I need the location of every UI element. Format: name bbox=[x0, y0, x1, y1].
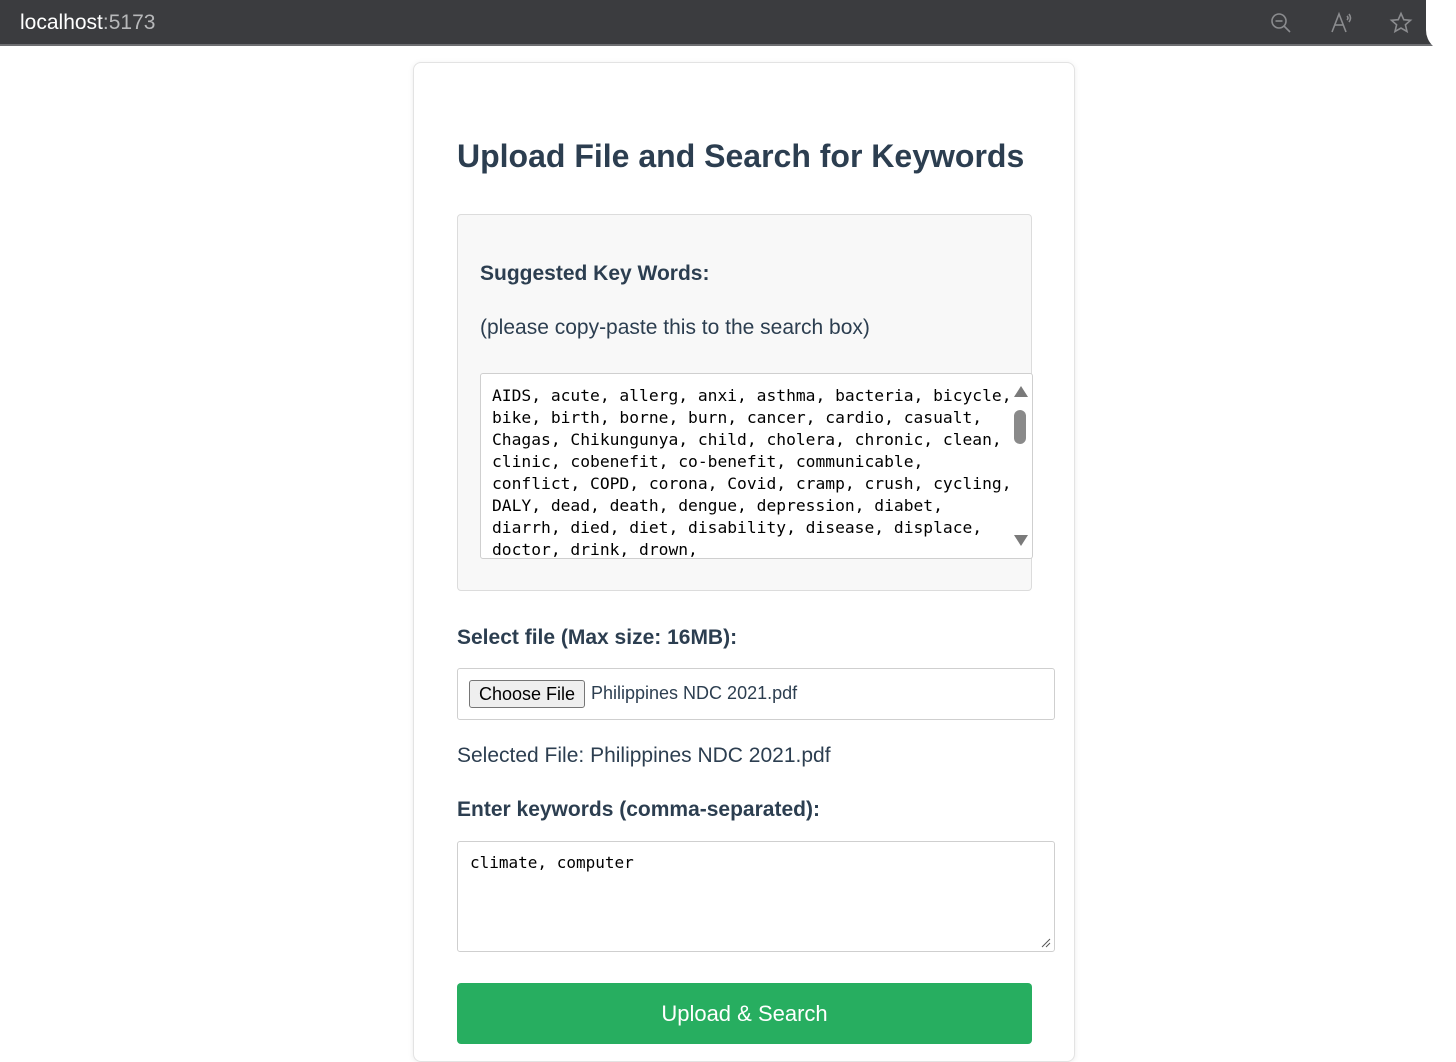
keywords-input-label: Enter keywords (comma-separated): bbox=[457, 798, 820, 821]
choose-file-button[interactable]: Choose File bbox=[469, 680, 585, 708]
chosen-file-name: Philippines NDC 2021.pdf bbox=[591, 683, 798, 703]
keywords-input[interactable]: climate, computer bbox=[457, 841, 1055, 952]
favorite-star-icon[interactable] bbox=[1388, 10, 1414, 36]
scroll-up-arrow-icon[interactable] bbox=[1014, 386, 1028, 397]
url-port: :5173 bbox=[102, 11, 156, 34]
upload-search-button[interactable]: Upload & Search bbox=[457, 983, 1032, 1044]
suggested-keywords-textarea[interactable]: AIDS, acute, allerg, anxi, asthma, bacte… bbox=[480, 373, 1033, 559]
zoom-out-icon[interactable] bbox=[1268, 10, 1294, 36]
suggested-keywords-text[interactable]: AIDS, acute, allerg, anxi, asthma, bacte… bbox=[492, 385, 1012, 558]
scroll-down-arrow-icon[interactable] bbox=[1014, 535, 1028, 546]
resize-handle-icon[interactable] bbox=[1039, 936, 1051, 948]
selected-file-text: Selected File: Philippines NDC 2021.pdf bbox=[457, 744, 831, 767]
suggested-keywords-heading: Suggested Key Words: bbox=[480, 262, 710, 285]
browser-toolbar: localhost:5173 bbox=[0, 0, 1456, 52]
read-aloud-icon[interactable] bbox=[1328, 10, 1354, 36]
url-host: localhost bbox=[20, 11, 103, 34]
page-title: Upload File and Search for Keywords bbox=[457, 138, 1025, 174]
address-bar[interactable]: localhost:5173 bbox=[20, 11, 155, 35]
suggested-keywords-note: (please copy-paste this to the search bo… bbox=[480, 316, 870, 339]
file-select-label: Select file (Max size: 16MB): bbox=[457, 626, 738, 649]
scrollbar-thumb[interactable] bbox=[1014, 410, 1026, 444]
